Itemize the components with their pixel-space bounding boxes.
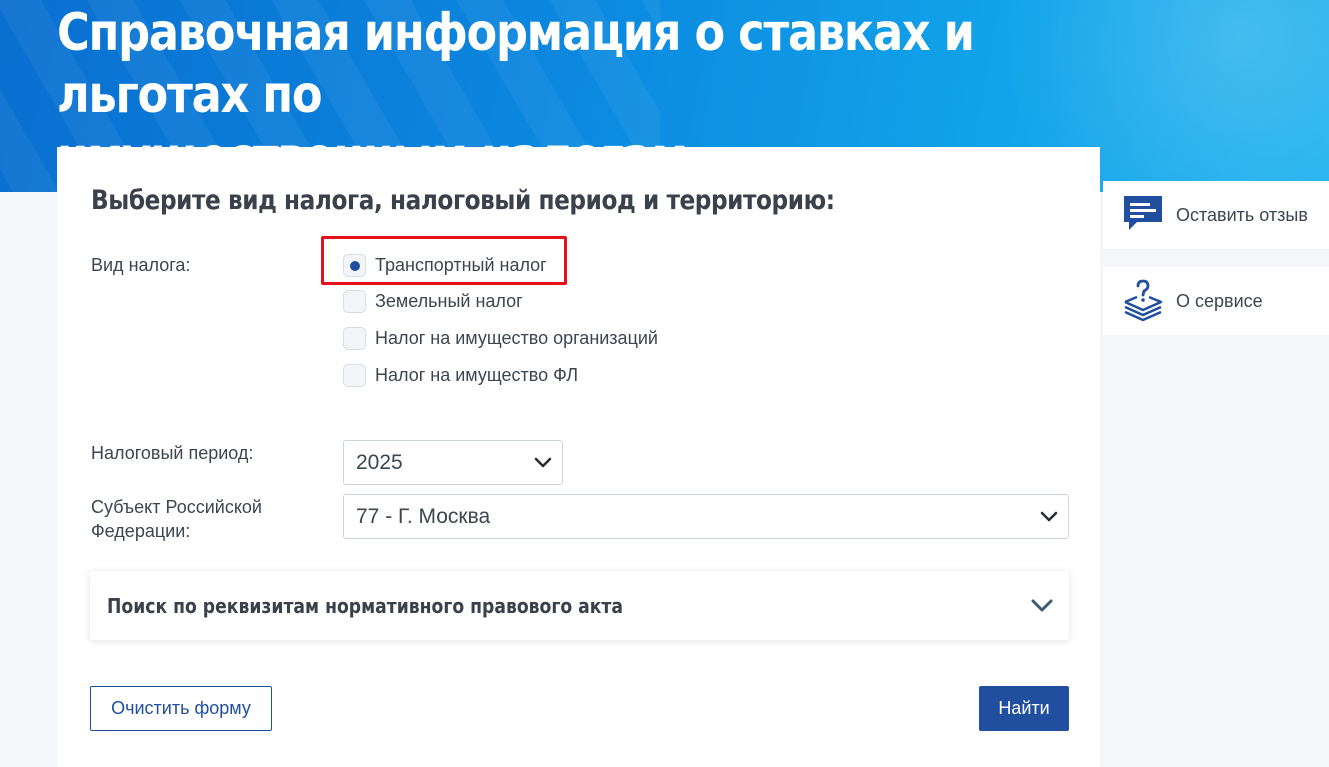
radio-button[interactable] xyxy=(343,326,366,350)
legal-act-search-accordion[interactable]: Поиск по реквизитам нормативного правово… xyxy=(90,571,1069,640)
radio-label: Налог на имущество ФЛ xyxy=(375,364,579,385)
chat-bubble-icon xyxy=(1124,196,1162,230)
radio-button[interactable] xyxy=(343,289,366,313)
search-form-card: Выберите вид налога, налоговый период и … xyxy=(57,147,1100,767)
chevron-down-icon[interactable] xyxy=(1031,599,1053,613)
region-value: 77 - Г. Москва xyxy=(356,504,491,528)
feedback-button[interactable]: Оставить отзыв xyxy=(1103,181,1329,249)
region-label-line-1: Субъект Российской xyxy=(91,497,262,517)
tax-type-label: Вид налога: xyxy=(91,255,191,275)
question-stack-icon xyxy=(1124,279,1163,322)
region-label-line-2: Федерации: xyxy=(91,521,191,541)
radio-option-transport-tax[interactable]: Транспортный налог xyxy=(343,253,547,277)
radio-option-individual-property-tax[interactable]: Налог на имущество ФЛ xyxy=(343,363,578,387)
radio-option-land-tax[interactable]: Земельный налог xyxy=(343,289,523,313)
radio-label: Транспортный налог xyxy=(375,254,547,275)
tax-period-value: 2025 xyxy=(356,450,403,474)
chevron-down-icon xyxy=(1040,511,1058,521)
page-title-line-1: Справочная информация о ставках и льгота… xyxy=(57,3,975,125)
chevron-down-icon xyxy=(534,457,552,467)
form-heading: Выберите вид налога, налоговый период и … xyxy=(91,185,835,216)
feedback-label: Оставить отзыв xyxy=(1176,204,1308,225)
radio-label: Земельный налог xyxy=(375,290,523,311)
tax-period-label: Налоговый период: xyxy=(91,443,254,463)
region-label: Субъект Российской Федерации: xyxy=(91,495,262,543)
about-service-label: О сервисе xyxy=(1176,290,1263,311)
radio-button[interactable] xyxy=(343,363,366,387)
find-button[interactable]: Найти xyxy=(979,686,1069,731)
about-service-button[interactable]: О сервисе xyxy=(1103,267,1329,335)
radio-option-organization-property-tax[interactable]: Налог на имущество организаций xyxy=(343,326,658,350)
clear-form-button[interactable]: Очистить форму xyxy=(90,686,272,731)
tax-period-select[interactable]: 2025 xyxy=(343,440,563,485)
page-title: Справочная информация о ставках и льгота… xyxy=(57,2,1141,188)
region-select[interactable]: 77 - Г. Москва xyxy=(343,494,1069,539)
page-title-line-2: имущественным налогам xyxy=(57,127,688,187)
accordion-title: Поиск по реквизитам нормативного правово… xyxy=(107,594,623,618)
radio-label: Налог на имущество организаций xyxy=(375,327,658,348)
radio-button-checked[interactable] xyxy=(343,253,366,277)
